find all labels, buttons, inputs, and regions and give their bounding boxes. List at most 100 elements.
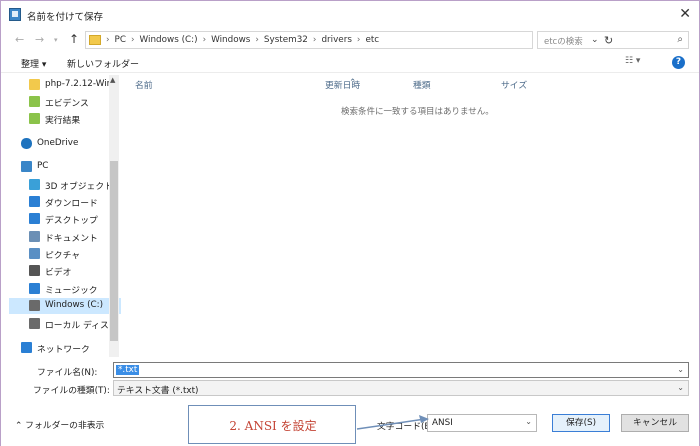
filename-label: ファイル名(N): — [37, 368, 98, 378]
nav-item[interactable]: エビデンス — [9, 94, 121, 110]
search-box[interactable]: etcの検索 ⌕ — [537, 31, 689, 49]
pictures-icon — [29, 248, 40, 259]
chevron-down-icon[interactable]: ⌄ — [677, 365, 684, 374]
nav-item-label: ダウンロード — [45, 199, 98, 209]
breadcrumb-item[interactable]: PC — [115, 35, 126, 45]
nav-item[interactable]: ドキュメント — [9, 229, 121, 245]
command-bar: 整理 ▾ 新しいフォルダー ☷ ▾ ? — [1, 53, 699, 73]
breadcrumb-separator-icon[interactable]: › — [313, 35, 317, 45]
nav-item[interactable]: OneDrive — [9, 136, 121, 152]
folder-icon — [89, 35, 101, 45]
column-size[interactable]: サイズ — [501, 78, 527, 91]
column-modified[interactable]: 更新日時 — [325, 78, 360, 91]
breadcrumb-item[interactable]: Windows (C:) — [140, 35, 198, 45]
breadcrumb-separator-icon[interactable]: › — [255, 35, 259, 45]
breadcrumb-item[interactable]: drivers — [321, 35, 351, 45]
nav-item-label: ドキュメント — [45, 234, 98, 244]
nav-item-label: ビデオ — [45, 268, 72, 278]
network-icon — [21, 342, 32, 353]
filename-value: *.txt — [116, 365, 140, 375]
column-name[interactable]: 名前 — [135, 78, 153, 91]
nav-item-label: OneDrive — [37, 138, 79, 148]
navigation-pane: php-7.2.12-Win3 エビデンス実行結果 OneDrive PC 3D オブジ… — [9, 73, 121, 358]
save-as-dialog: 名前を付けて保存 ✕ ← → ▾ ↑ › PC › Windows (C:) › Wind… — [0, 0, 700, 446]
address-bar[interactable]: › PC › Windows (C:) › Windows › System32 › driver… — [85, 31, 613, 49]
column-type[interactable]: 種類 — [413, 78, 431, 91]
search-placeholder: etcの検索 — [544, 37, 583, 47]
forward-arrow-icon[interactable]: → — [35, 33, 44, 46]
organize-button[interactable]: 整理 ▾ — [21, 57, 46, 70]
filetype-label: ファイルの種類(T): — [33, 386, 110, 396]
nav-item-label: php-7.2.12-Win3 — [45, 79, 118, 89]
breadcrumb-item[interactable]: etc — [365, 35, 379, 45]
recent-dropdown-icon[interactable]: ▾ — [54, 36, 58, 44]
nav-item-label: PC — [37, 161, 49, 171]
breadcrumb-separator-icon[interactable]: › — [203, 35, 207, 45]
breadcrumb-separator-icon[interactable]: › — [357, 35, 361, 45]
drive-icon — [29, 300, 40, 311]
chevron-down-icon[interactable]: ⌄ — [525, 417, 532, 426]
window-title: 名前を付けて保存 — [27, 12, 104, 23]
view-options-icon[interactable]: ☷ ▾ — [625, 56, 640, 66]
close-icon[interactable]: ✕ — [679, 6, 691, 22]
shortcut-folder-icon — [29, 113, 40, 124]
nav-scrollbar[interactable]: ▲ — [109, 75, 119, 357]
nav-item[interactable]: ピクチャ — [9, 246, 121, 262]
videos-icon — [29, 265, 40, 276]
scroll-up-icon[interactable]: ▲ — [110, 76, 115, 84]
hide-folders-toggle[interactable]: ⌃ フォルダーの非表示 — [15, 418, 104, 431]
nav-item-label: ピクチャ — [45, 251, 81, 261]
nav-item[interactable]: 3D オブジェクト — [9, 177, 121, 193]
nav-item-label: エビデンス — [45, 99, 89, 109]
search-icon[interactable]: ⌕ — [677, 34, 683, 45]
empty-folder-message: 検索条件に一致する項目はありません。 — [341, 107, 494, 117]
filetype-select[interactable]: テキスト文書 (*.txt) ⌄ — [113, 380, 689, 396]
annotation-callout: 2. ANSI を設定 — [188, 405, 356, 444]
chevron-down-icon[interactable]: ⌄ — [677, 383, 684, 392]
onedrive-icon — [21, 138, 32, 149]
folder-icon — [29, 79, 40, 90]
drive-icon — [29, 318, 40, 329]
nav-item[interactable]: ビデオ — [9, 263, 121, 279]
breadcrumb: › PC › Windows (C:) › Windows › System32 › driver… — [106, 35, 384, 45]
nav-item-label: デスクトップ — [45, 216, 98, 226]
breadcrumb-separator-icon[interactable]: › — [106, 35, 110, 45]
nav-item[interactable]: PC — [9, 159, 121, 175]
hide-folders-label: フォルダーの非表示 — [25, 421, 105, 431]
nav-item[interactable]: ローカル ディスク (E — [9, 316, 121, 332]
up-arrow-icon[interactable]: ↑ — [69, 32, 79, 46]
nav-item-label: ミュージック — [45, 286, 98, 296]
cancel-button[interactable]: キャンセル — [621, 414, 689, 432]
scroll-thumb[interactable] — [110, 161, 118, 341]
nav-item[interactable]: ネットワーク — [9, 340, 121, 356]
breadcrumb-separator-icon[interactable]: › — [131, 35, 135, 45]
download-icon — [29, 196, 40, 207]
documents-icon — [29, 231, 40, 242]
nav-item[interactable]: ミュージック — [9, 281, 121, 297]
nav-item[interactable]: ダウンロード — [9, 194, 121, 210]
nav-item[interactable]: Windows (C:) — [9, 298, 121, 314]
encoding-select[interactable]: ANSI ⌄ — [427, 414, 537, 432]
breadcrumb-item[interactable]: System32 — [264, 35, 308, 45]
nav-item-label: Windows (C:) — [45, 300, 104, 310]
desktop-icon — [29, 213, 40, 224]
nav-item[interactable]: デスクトップ — [9, 211, 121, 227]
filename-input[interactable]: *.txt ⌄ — [113, 362, 689, 378]
title-bar: 名前を付けて保存 ✕ — [1, 1, 699, 29]
back-arrow-icon[interactable]: ← — [15, 33, 24, 46]
nav-item[interactable]: php-7.2.12-Win3 — [9, 77, 121, 93]
filetype-value: テキスト文書 (*.txt) — [117, 386, 199, 396]
music-icon — [29, 283, 40, 294]
help-icon[interactable]: ? — [672, 56, 685, 69]
nav-item-label: ネットワーク — [37, 345, 90, 355]
nav-item-label: 実行結果 — [45, 116, 81, 126]
annotation-text: 2. ANSI を設定 — [229, 419, 317, 433]
new-folder-button[interactable]: 新しいフォルダー — [67, 57, 139, 70]
nav-item[interactable]: 実行結果 — [9, 111, 121, 127]
pc-icon — [21, 161, 32, 172]
breadcrumb-item[interactable]: Windows — [211, 35, 250, 45]
encoding-value: ANSI — [432, 418, 453, 428]
address-row: ← → ▾ ↑ › PC › Windows (C:) › Windows › System3… — [1, 29, 699, 51]
save-button[interactable]: 保存(S) — [552, 414, 610, 432]
nav-item-label: 3D オブジェクト — [45, 182, 113, 192]
